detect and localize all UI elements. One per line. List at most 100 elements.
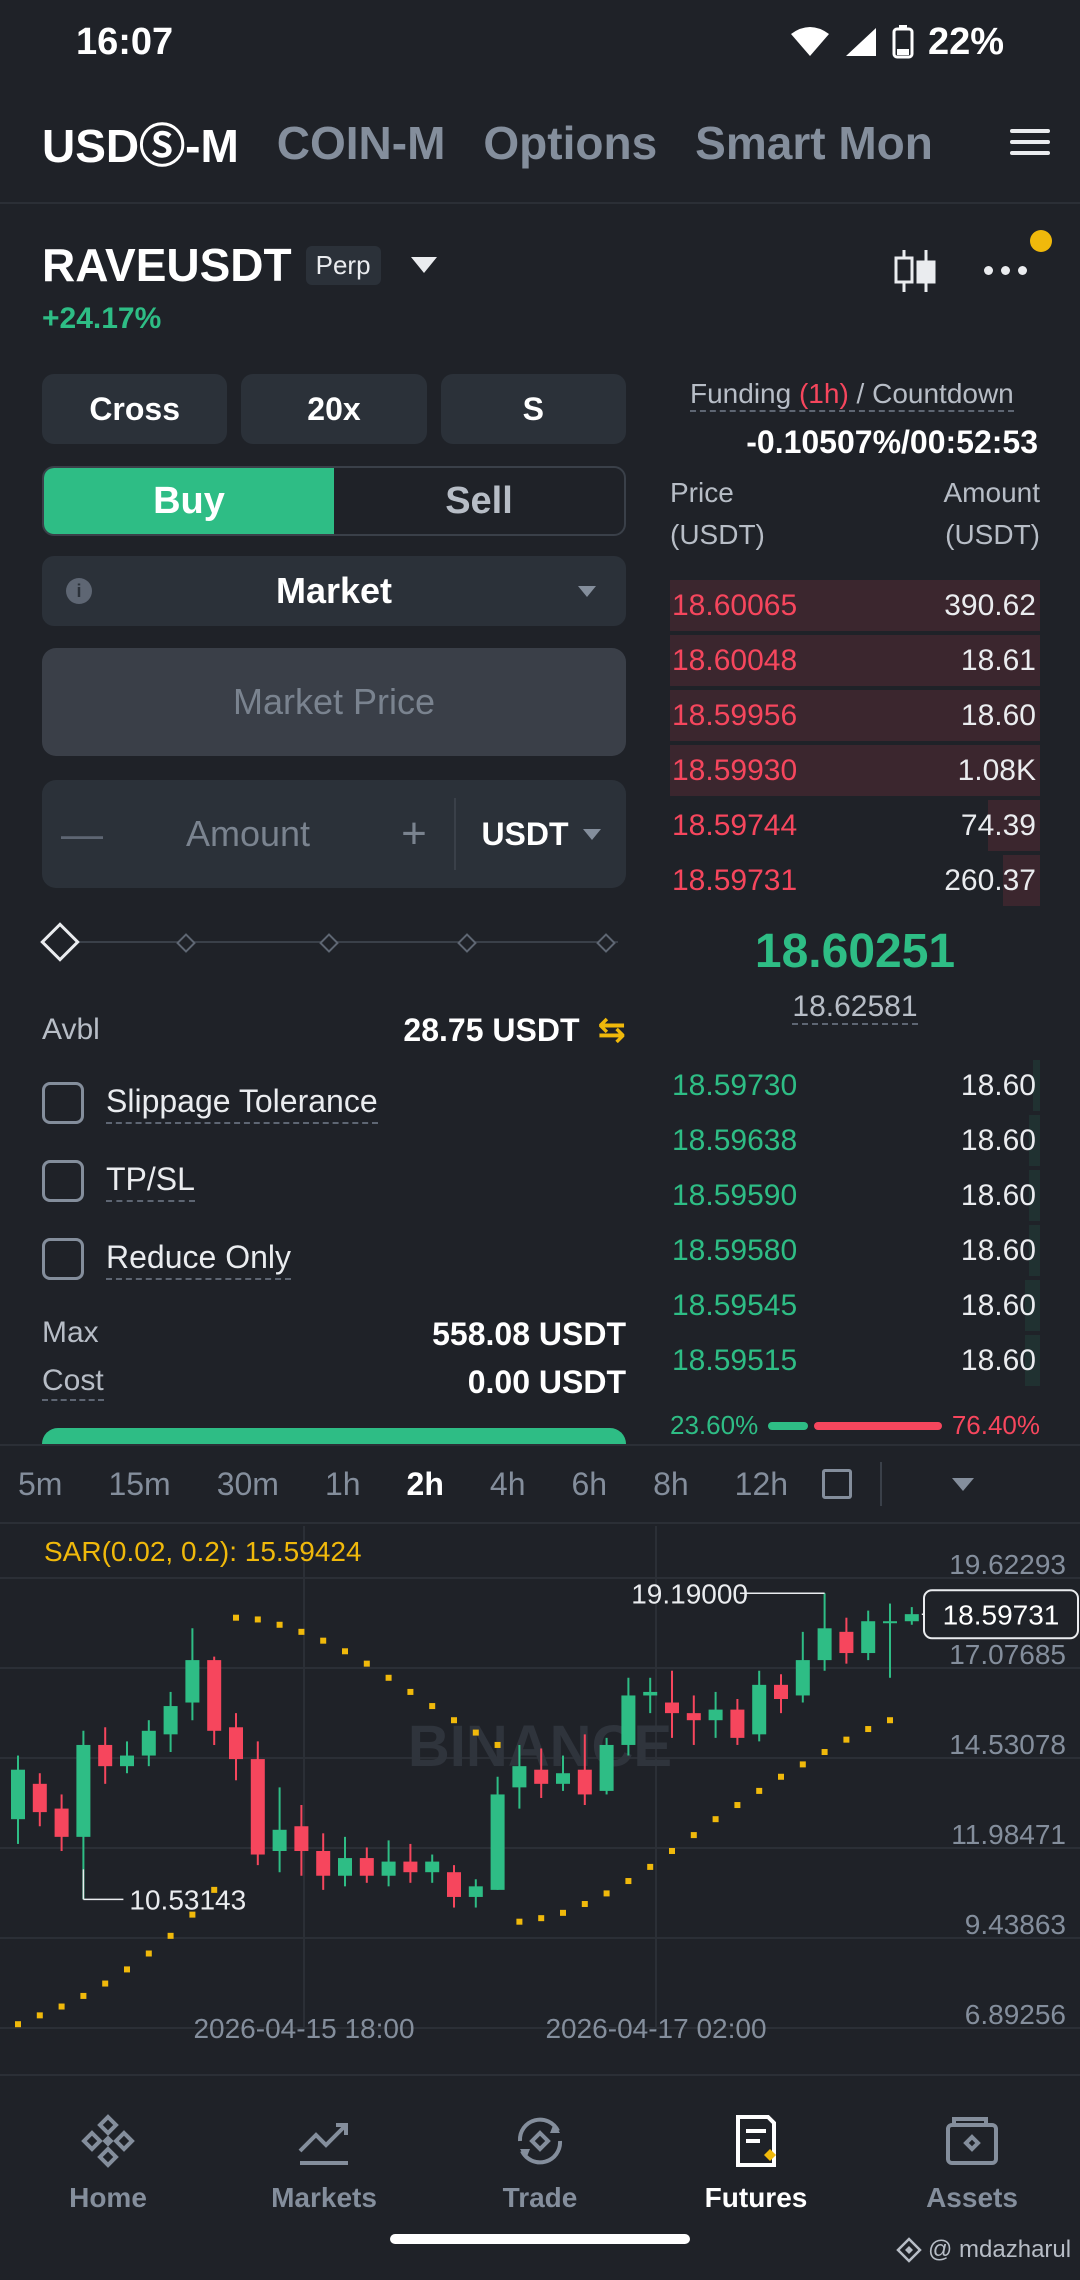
symbol-selector[interactable]: RAVEUSDT Perp [42,238,437,292]
amount-increment-button[interactable]: + [374,809,454,859]
candle-body [686,1713,701,1721]
interval-6h[interactable]: 6h [571,1466,607,1503]
nav-futures-label: Futures [704,2182,808,2213]
tab-options[interactable]: Options [483,116,657,170]
tab-usds-m[interactable]: USDⓈ-M [42,110,239,176]
sar-dot [560,1909,566,1916]
funding-rate-value: -0.10507%/00:52:53 [746,424,1038,460]
chevron-down-icon[interactable] [952,1477,975,1491]
price-chart[interactable]: BINANCE19.6229317.0768514.5307811.984719… [0,1526,1080,2046]
interval-4h[interactable]: 4h [490,1466,526,1503]
ask-row[interactable]: 18.59930 1.08K [670,743,1040,798]
nav-markets[interactable]: Markets [239,2106,409,2214]
amount-decrement-button[interactable]: — [42,810,122,858]
slippage-checkbox-row[interactable]: Slippage Tolerance [42,1082,378,1124]
amount-unit-select[interactable]: USDT [456,816,626,853]
ask-row[interactable]: 18.59731 260.37 [670,853,1040,908]
sar-dot [756,1787,763,1794]
tpsl-label: TP/SL [106,1161,195,1202]
buy-tab[interactable]: Buy [44,468,334,534]
tab-smart-money[interactable]: Smart Mon [695,116,933,170]
candle-body [425,1861,440,1873]
slider-node-50[interactable] [319,933,339,953]
tpsl-checkbox-row[interactable]: TP/SL [42,1160,195,1202]
interval-30m[interactable]: 30m [217,1466,279,1503]
bid-row[interactable]: 18.59515 18.60 [670,1333,1040,1388]
amount-column-header: Amount (USDT) [944,472,1041,556]
sar-dot [625,1878,632,1885]
bid-price: 18.59590 [672,1178,798,1212]
cost-label: Cost [42,1364,104,1401]
bid-row[interactable]: 18.59545 18.60 [670,1278,1040,1333]
home-indicator[interactable] [390,2234,690,2244]
mark-price[interactable]: 18.62581 [670,990,1040,1025]
bid-row[interactable]: 18.59730 18.60 [670,1058,1040,1113]
assets-icon [946,2117,998,2165]
reduce-only-checkbox-row[interactable]: Reduce Only [42,1238,291,1280]
candle-body [861,1621,876,1654]
bid-row[interactable]: 18.59580 18.60 [670,1223,1040,1278]
candlestick-chart-icon[interactable] [890,246,940,296]
tpsl-checkbox[interactable] [42,1160,84,1202]
candle-body [11,1769,25,1820]
transfer-icon[interactable]: ⇆ [598,1010,627,1050]
order-type-select[interactable]: i Market [42,556,626,626]
sar-dot [538,1915,545,1922]
bid-row[interactable]: 18.59638 18.60 [670,1113,1040,1168]
interval-5m[interactable]: 5m [18,1466,62,1503]
credit-watermark: @ mdazharul [896,2236,1071,2264]
slider-node-25[interactable] [176,933,196,953]
slider-node-75[interactable] [457,933,477,953]
ask-price: 18.59731 [672,863,798,897]
interval-1h[interactable]: 1h [325,1466,361,1503]
ask-row[interactable]: 18.60065 390.62 [670,578,1040,633]
nav-home-label: Home [69,2182,147,2213]
hamburger-menu-icon[interactable] [980,96,1080,188]
bid-row[interactable]: 18.59590 18.60 [670,1168,1040,1223]
slider-node-100[interactable] [596,933,616,953]
slippage-checkbox[interactable] [42,1082,84,1124]
nav-trade[interactable]: Trade [455,2106,625,2214]
sar-dot [429,1703,436,1710]
nav-assets[interactable]: Assets [887,2106,1057,2214]
ask-row[interactable]: 18.59744 74.39 [670,798,1040,853]
more-options-icon[interactable] [984,250,1044,290]
sell-ratio: 76.40% [951,1410,1040,1440]
tab-coin-m[interactable]: COIN-M [277,116,446,170]
position-mode-button[interactable]: S [440,374,626,444]
candle-body [32,1783,47,1813]
sell-tab[interactable]: Sell [334,468,624,534]
interval-8h[interactable]: 8h [653,1466,689,1503]
avbl-value: 28.75 USDT ⇆ [403,1010,626,1050]
interval-2h[interactable]: 2h [407,1466,444,1503]
interval-12h[interactable]: 12h [735,1466,788,1503]
last-price[interactable]: 18.60251 [670,924,1040,979]
order-options: Cross 20x S [42,374,626,444]
nav-futures[interactable]: Futures [671,2106,841,2214]
amount-slider[interactable] [40,922,626,962]
slider-thumb[interactable] [40,922,80,962]
margin-mode-button[interactable]: Cross [42,374,228,444]
sar-indicator-label[interactable]: SAR(0.02, 0.2): 15.59424 [44,1536,362,1568]
candle-body [294,1826,309,1851]
ask-row[interactable]: 18.59956 18.60 [670,688,1040,743]
amount-input[interactable]: Amount [122,813,374,855]
sar-dot [669,1847,675,1854]
ask-row[interactable]: 18.60048 18.61 [670,633,1040,688]
reduce-only-checkbox[interactable] [42,1238,84,1280]
sar-dot [603,1890,610,1897]
chart-settings-icon[interactable] [822,1469,853,1499]
ask-amount: 18.61 [960,643,1036,677]
current-price-label[interactable]: 18.59731 [943,1599,1060,1630]
nav-home[interactable]: Home [23,2106,193,2214]
slippage-label: Slippage Tolerance [106,1083,378,1124]
interval-15m[interactable]: 15m [108,1466,170,1503]
price-field: Market Price [42,648,626,756]
info-icon[interactable]: i [66,578,92,604]
funding-label[interactable]: Funding (1h) / Countdown [690,378,1014,412]
leverage-button[interactable]: 20x [241,374,427,444]
ask-amount: 1.08K [957,753,1036,787]
cost-value: 0.00 USDT [467,1364,626,1400]
ask-amount: 74.39 [960,808,1036,842]
amount-field: — Amount + USDT [42,780,626,888]
